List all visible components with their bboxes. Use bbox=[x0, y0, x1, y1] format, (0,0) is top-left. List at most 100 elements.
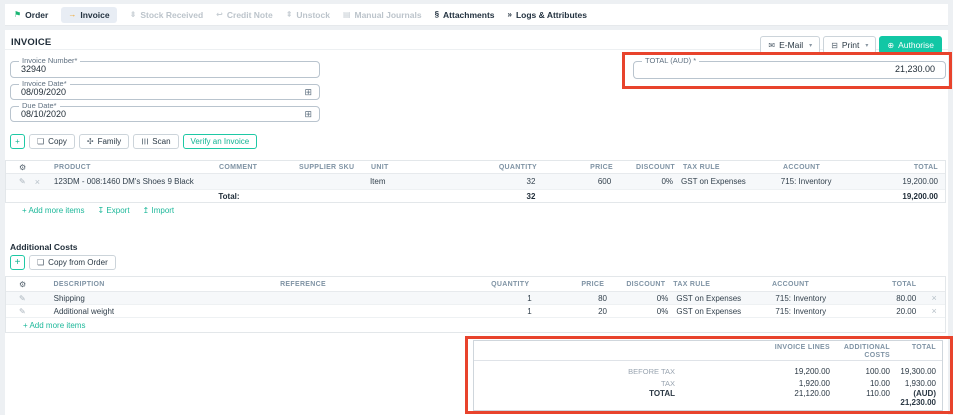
email-button[interactable]: ✉ E-Mail ▾ bbox=[760, 36, 820, 54]
invoice-date-label: Invoice Date* bbox=[19, 79, 70, 88]
tab-attachments[interactable]: § Attachments bbox=[435, 10, 495, 20]
col-discount: DISCOUNT bbox=[613, 164, 675, 171]
calendar-icon[interactable]: ⊞ bbox=[304, 109, 312, 120]
items-total-row: Total: 32 19,200.00 bbox=[6, 190, 945, 202]
tab-stock-received: ⇟ Stock Received bbox=[130, 10, 204, 20]
family-icon: ✣ bbox=[87, 137, 94, 146]
before-tax-label: BEFORE TAX bbox=[474, 367, 683, 376]
import-link[interactable]: ↥ Import bbox=[143, 206, 175, 215]
due-date-label: Due Date* bbox=[19, 101, 60, 110]
account-cell: 715: Inventory bbox=[767, 307, 896, 316]
col-reference: REFERENCE bbox=[280, 281, 474, 288]
before-tax-total: 19,300.00 bbox=[894, 367, 942, 376]
edit-icon[interactable]: ✎ bbox=[19, 307, 26, 316]
col-account: ACCOUNT bbox=[764, 281, 892, 288]
gear-icon[interactable]: ⚙ bbox=[19, 280, 26, 289]
scan-button[interactable]: ☰ Scan bbox=[133, 134, 178, 149]
calendar-icon[interactable]: ⊞ bbox=[304, 87, 312, 98]
due-date-field[interactable]: Due Date* 08/10/2020 ⊞ bbox=[10, 106, 320, 122]
discount-cell: 0% bbox=[607, 294, 668, 303]
process-tab-bar: ⚑ Order → Invoice ⇟ Stock Received ↩ Cre… bbox=[5, 4, 948, 26]
total-cell: 20.00 bbox=[896, 307, 923, 316]
col-summary-total: TOTAL bbox=[894, 344, 942, 352]
unit-cell: Item bbox=[370, 177, 480, 186]
tab-unstock: ⇞ Unstock bbox=[286, 10, 330, 20]
add-more-costs-link[interactable]: + Add more items bbox=[23, 321, 85, 330]
invoice-date-field[interactable]: Invoice Date* 08/09/2020 ⊞ bbox=[10, 84, 320, 100]
tab-stock-received-label: Stock Received bbox=[140, 10, 203, 20]
col-price: PRICE bbox=[529, 281, 604, 288]
col-comment: COMMENT bbox=[219, 164, 299, 171]
col-tax-rule: TAX RULE bbox=[665, 281, 764, 288]
quantity-cell: 32 bbox=[480, 177, 536, 186]
tax-additional-costs: 10.00 bbox=[838, 379, 894, 388]
delete-icon[interactable]: × bbox=[923, 293, 945, 303]
manual-journals-icon: ▤ bbox=[343, 10, 351, 19]
table-row[interactable]: ✎ Additional weight 1 20 0% GST on Expen… bbox=[6, 305, 945, 318]
scan-button-label: Scan bbox=[152, 137, 170, 146]
account-cell: 715: Inventory bbox=[773, 177, 903, 186]
quantity-cell: 1 bbox=[476, 307, 531, 316]
col-discount: DISCOUNT bbox=[604, 281, 665, 288]
discount-cell: 0% bbox=[607, 307, 668, 316]
copy-button[interactable]: ❏ Copy bbox=[29, 134, 75, 149]
table-row[interactable]: ✎ Shipping 1 80 0% GST on Expenses 715: … bbox=[6, 292, 945, 305]
grand-total-invoice-lines: 21,120.00 bbox=[683, 389, 838, 398]
tab-manual-journals-label: Manual Journals bbox=[355, 10, 422, 20]
quantity-cell: 1 bbox=[476, 294, 531, 303]
copy-icon: ❏ bbox=[37, 137, 44, 146]
copy-icon: ❏ bbox=[37, 258, 44, 267]
totals-summary-table: INVOICE LINES ADDITIONAL COSTS TOTAL BEF… bbox=[473, 340, 943, 411]
order-icon: ⚑ bbox=[14, 10, 21, 19]
export-link[interactable]: ↧ Export bbox=[97, 206, 129, 215]
page-title: INVOICE bbox=[11, 37, 51, 48]
copy-from-order-label: Copy from Order bbox=[48, 258, 108, 267]
verify-invoice-button[interactable]: Verify an Invoice bbox=[183, 134, 258, 149]
add-cost-button[interactable]: + bbox=[10, 255, 25, 270]
tab-invoice-label: Invoice bbox=[80, 10, 109, 20]
additional-costs-table: ⚙ DESCRIPTION REFERENCE QUANTITY PRICE D… bbox=[5, 276, 946, 333]
col-product: PRODUCT bbox=[54, 164, 219, 171]
chevron-down-icon: ▾ bbox=[809, 42, 812, 49]
items-total-quantity: 32 bbox=[480, 192, 536, 201]
invoice-number-label: Invoice Number* bbox=[19, 56, 80, 65]
table-row[interactable]: ✎ × 123DM - 008:1460 DM's Shoes 9 Black … bbox=[6, 174, 945, 190]
grand-total-currency: (AUD) bbox=[894, 389, 936, 398]
col-quantity: QUANTITY bbox=[481, 164, 537, 171]
total-cell: 80.00 bbox=[896, 294, 923, 303]
authorise-button[interactable]: ⊕ Authorise bbox=[879, 36, 942, 54]
tab-credit-note-label: Credit Note bbox=[227, 10, 273, 20]
grand-total-amount: 21,230.00 bbox=[894, 398, 936, 407]
tab-logs-attributes[interactable]: » Logs & Attributes bbox=[508, 10, 587, 20]
print-button[interactable]: ⊟ Print ▾ bbox=[823, 36, 876, 54]
invoice-number-field[interactable]: Invoice Number* 32940 bbox=[10, 61, 320, 78]
costs-header-row: ⚙ DESCRIPTION REFERENCE QUANTITY PRICE D… bbox=[6, 277, 945, 292]
tab-order[interactable]: ⚑ Order bbox=[14, 10, 48, 20]
edit-icon[interactable]: ✎ bbox=[19, 294, 26, 303]
authorise-button-label: Authorise bbox=[898, 40, 934, 50]
barcode-scan-icon: ☰ bbox=[140, 138, 149, 145]
unstock-icon: ⇞ bbox=[286, 10, 293, 19]
tax-rule-cell: GST on Expenses bbox=[673, 177, 773, 186]
copy-from-order-button[interactable]: ❏ Copy from Order bbox=[29, 255, 116, 270]
tab-invoice[interactable]: → Invoice bbox=[61, 7, 116, 23]
discount-cell: 0% bbox=[611, 177, 673, 186]
add-more-items-link[interactable]: + Add more items bbox=[22, 206, 84, 215]
delete-icon[interactable]: × bbox=[923, 306, 945, 316]
gear-icon[interactable]: ⚙ bbox=[19, 163, 26, 172]
total-aud-field[interactable]: TOTAL (AUD) * 21,230.00 bbox=[633, 61, 946, 79]
family-button[interactable]: ✣ Family bbox=[79, 134, 129, 149]
delete-icon[interactable]: × bbox=[35, 177, 40, 187]
family-button-label: Family bbox=[98, 137, 122, 146]
import-icon: ↥ bbox=[143, 206, 150, 215]
import-link-label: Import bbox=[151, 206, 174, 215]
tax-total: 1,930.00 bbox=[894, 379, 942, 388]
price-cell: 80 bbox=[532, 294, 607, 303]
edit-icon[interactable]: ✎ bbox=[19, 177, 26, 186]
description-cell: Additional weight bbox=[54, 307, 282, 316]
grand-total-row: TOTAL 21,120.00 110.00 (AUD) 21,230.00 bbox=[474, 388, 942, 410]
items-links: + Add more items ↧ Export ↥ Import bbox=[22, 206, 174, 215]
add-line-button[interactable]: + bbox=[10, 134, 25, 149]
grand-total-label: TOTAL bbox=[474, 389, 683, 398]
total-aud-label: TOTAL (AUD) * bbox=[642, 56, 699, 65]
